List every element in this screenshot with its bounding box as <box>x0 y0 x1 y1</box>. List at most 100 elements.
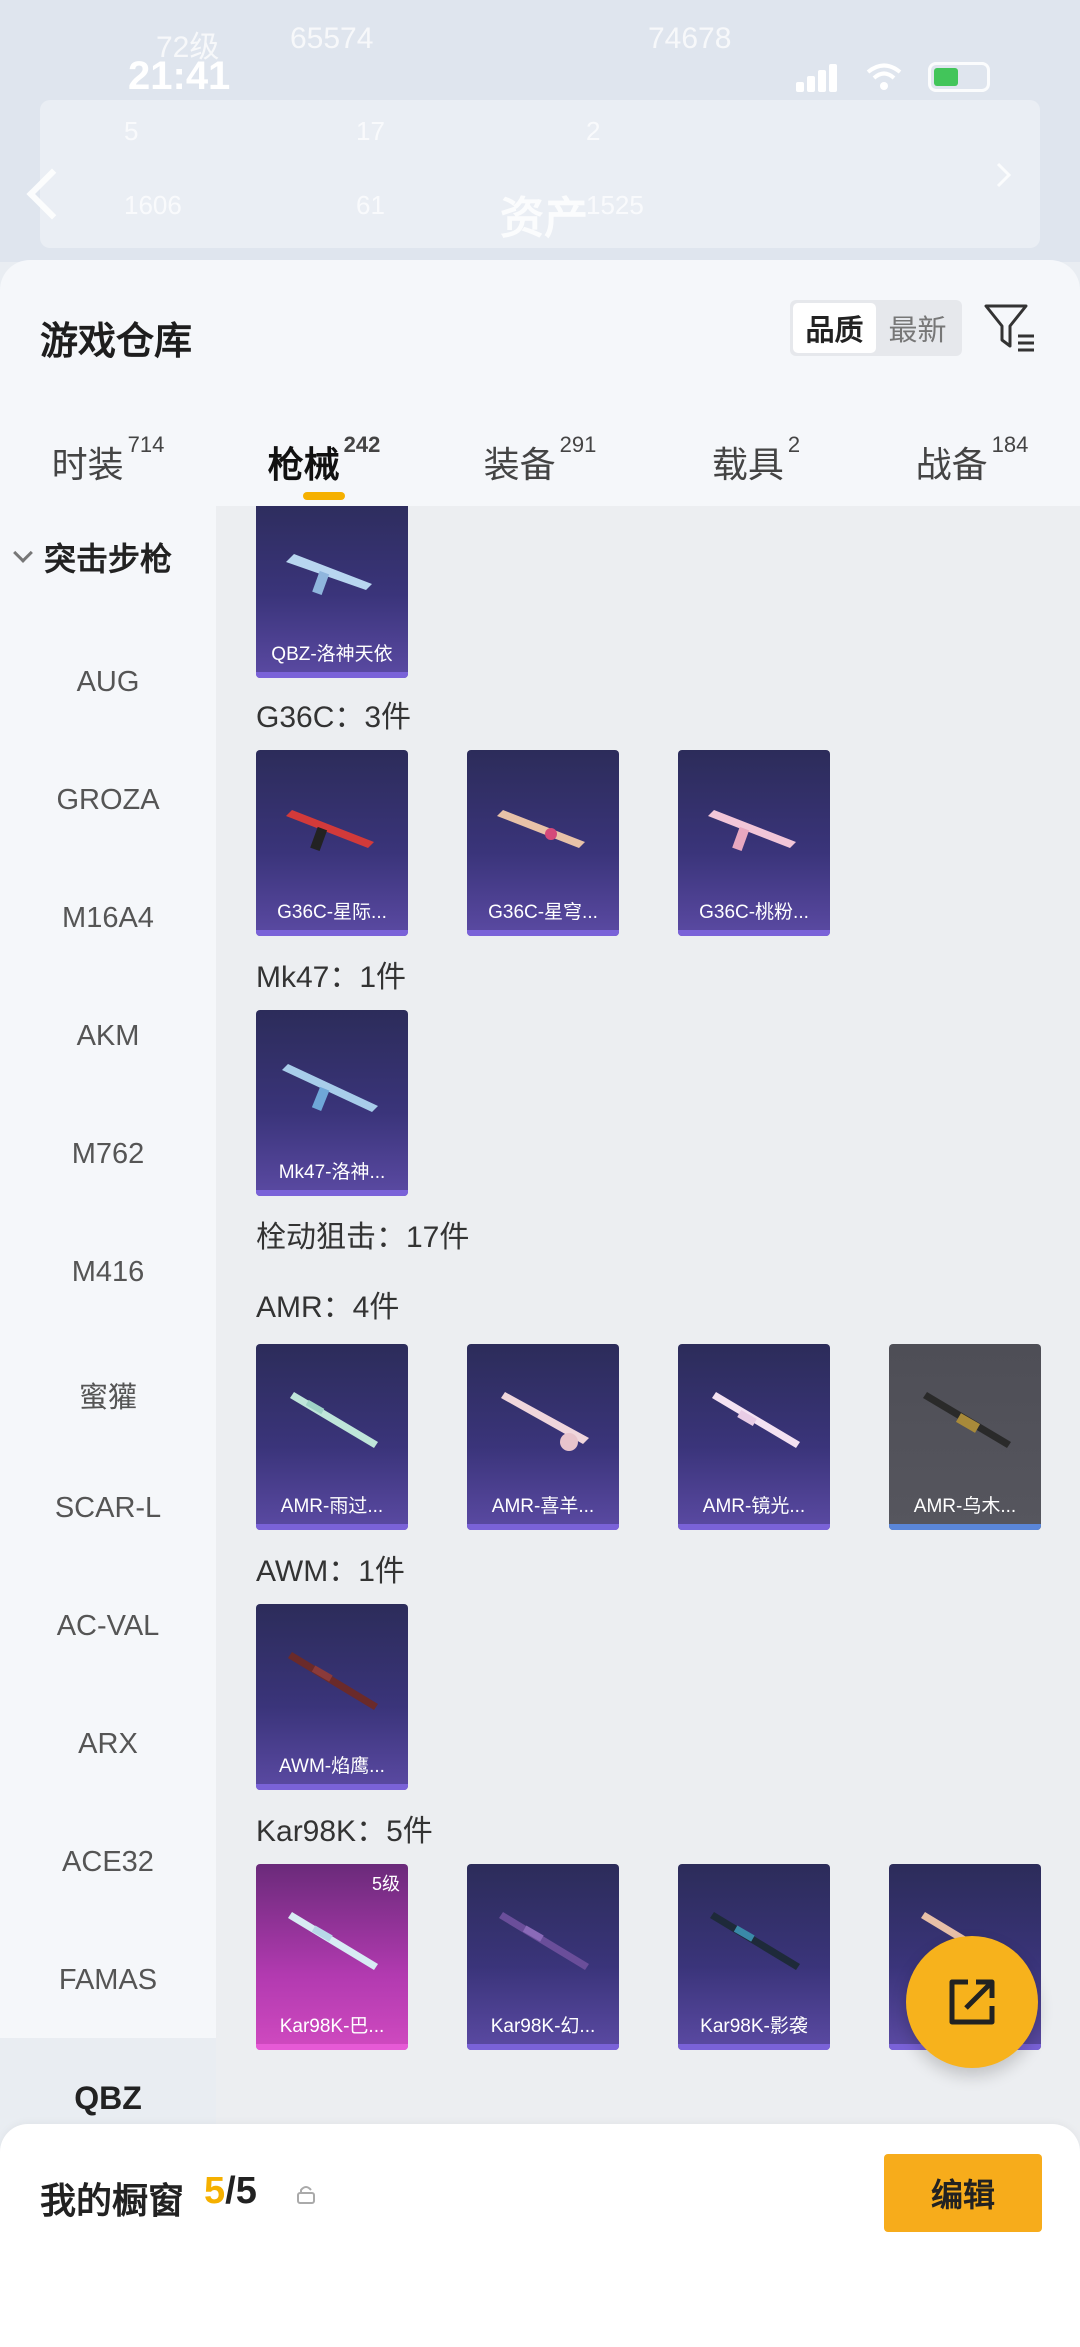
group-label: AMR：4件 <box>256 1291 400 1324</box>
stat-value: 17 <box>356 116 385 146</box>
stat-value: 2 <box>586 116 601 146</box>
rifle-icon <box>708 810 796 851</box>
sidebar-item-ac-val[interactable]: AC-VAL <box>0 1610 216 1643</box>
sniper-icon <box>501 1392 589 1451</box>
sidebar-item-aug[interactable]: AUG <box>0 666 216 699</box>
sidebar-item-m416[interactable]: M416 <box>0 1256 216 1289</box>
page-title: 游戏仓库 <box>40 321 193 363</box>
tab-label: 战备 <box>915 444 988 485</box>
weapon-skin-card[interactable]: G36C-桃粉... <box>678 750 830 936</box>
sniper-icon <box>499 1912 589 1970</box>
player-score: 74678 <box>648 22 732 55</box>
sidebar-item-akm[interactable]: AKM <box>0 1020 216 1053</box>
group-label: Kar98K：5件 <box>256 1815 433 1848</box>
weapon-type-sidebar: 突击步枪 AUG GROZA M16A4 AKM M762 M416 蜜獾 SC… <box>0 506 216 2296</box>
share-button[interactable] <box>906 1936 1038 2068</box>
sniper-icon <box>712 1392 800 1448</box>
sniper-icon <box>288 1912 378 1970</box>
showcase-title: 我的橱窗 <box>40 2180 185 2221</box>
group-label: Mk47：1件 <box>256 961 407 994</box>
lock-icon <box>297 2186 315 2204</box>
weapon-skin-card[interactable]: G36C-星际... <box>256 750 408 936</box>
rifle-icon <box>497 810 585 848</box>
rifle-icon <box>286 810 374 851</box>
sidebar-item-m16a4[interactable]: M16A4 <box>0 902 216 935</box>
sidebar-item-scar-l[interactable]: SCAR-L <box>0 1492 216 1525</box>
sniper-icon <box>290 1392 378 1448</box>
tab-count: 184 <box>991 432 1029 457</box>
skin-name: G36C-星际... <box>277 902 387 923</box>
chevron-right-icon[interactable] <box>994 160 1014 190</box>
weapon-skin-card[interactable]: AMR-喜羊... <box>467 1344 619 1530</box>
showcase-bar: 我的橱窗 5/5 编辑 <box>0 2124 1080 2347</box>
group-label: 栓动狙击：17件 <box>256 1221 470 1254</box>
sort-quality-button[interactable]: 品质 <box>793 303 876 353</box>
sidebar-item-honey-badger[interactable]: 蜜獾 <box>0 1374 216 1416</box>
stat-value: 5 <box>124 116 139 146</box>
filter-icon[interactable] <box>980 298 1040 358</box>
game-header-background: 72级 65574 74678 5 17 2 1606 61 1525 21:4… <box>0 0 1080 262</box>
tab-fashion[interactable]: 时装 714 <box>0 410 216 510</box>
rifle-icon <box>286 554 372 595</box>
weapon-skin-card[interactable]: AMR-镜光... <box>678 1344 830 1530</box>
tab-label: 装备 <box>483 444 556 485</box>
edit-button[interactable]: 编辑 <box>884 2154 1042 2232</box>
skin-name: Kar98K-幻... <box>490 2016 596 2037</box>
player-points: 65574 <box>290 22 374 55</box>
skin-name: AMR-乌木... <box>913 1496 1017 1517</box>
skin-name: Mk47-洛神... <box>278 1162 386 1183</box>
skin-name: AMR-雨过... <box>280 1496 384 1517</box>
sniper-icon <box>288 1652 378 1710</box>
share-icon <box>949 1979 995 2025</box>
sidebar-item-qbz[interactable]: QBZ <box>0 2080 216 2117</box>
sort-newest-button[interactable]: 最新 <box>876 303 959 353</box>
skin-name: QBZ-洛神天依 <box>271 644 393 665</box>
weapon-skin-card[interactable]: AMR-雨过... <box>256 1344 408 1530</box>
skin-name: Kar98K-巴... <box>279 2016 385 2037</box>
sidebar-item-m762[interactable]: M762 <box>0 1138 216 1171</box>
tab-firearms[interactable]: 枪械 242 <box>216 410 432 510</box>
sidebar-item-ace32[interactable]: ACE32 <box>0 1846 216 1879</box>
sidebar-category-label: 突击步枪 <box>44 541 173 577</box>
sidebar-item-arx[interactable]: ARX <box>0 1728 216 1761</box>
tab-equipment[interactable]: 装备 291 <box>432 410 648 510</box>
weapon-skin-card[interactable]: Kar98K-幻... <box>467 1864 619 2050</box>
chevron-down-icon <box>13 543 33 563</box>
weapon-skin-card[interactable]: AMR-乌木... <box>889 1344 1041 1530</box>
signal-icon <box>796 62 840 92</box>
sidebar-item-famas[interactable]: FAMAS <box>0 1964 216 1997</box>
skin-name: AWM-焰鹰... <box>279 1756 385 1777</box>
battery-icon <box>928 62 990 92</box>
wifi-icon <box>866 63 902 90</box>
skin-name: G36C-桃粉... <box>699 902 809 923</box>
tab-count: 714 <box>127 432 165 457</box>
tab-count: 2 <box>787 432 801 457</box>
skin-name: Kar98K-影袭 <box>700 2016 808 2037</box>
weapon-skin-card[interactable]: QBZ-洛神天依 <box>256 506 408 678</box>
sort-toggle: 品质 最新 <box>790 300 962 356</box>
active-tab-indicator <box>303 492 345 500</box>
skin-name: AMR-镜光... <box>702 1496 806 1517</box>
tab-gear[interactable]: 战备 184 <box>864 410 1080 510</box>
showcase-count: 5/5 <box>204 2170 257 2213</box>
sniper-icon <box>923 1392 1011 1448</box>
stat-value: 1525 <box>586 190 644 220</box>
group-label: AWM：1件 <box>256 1555 405 1588</box>
showcase-count-current: 5 <box>204 2170 226 2212</box>
sniper-icon <box>710 1912 800 1970</box>
status-time: 21:41 <box>128 54 231 98</box>
category-tabs: 时装 714 枪械 242 装备 291 载具 2 战备 184 <box>0 410 1080 510</box>
tab-count: 242 <box>343 432 381 457</box>
stat-value: 1606 <box>124 190 182 220</box>
sidebar-item-groza[interactable]: GROZA <box>0 784 216 817</box>
assets-title: 资产 <box>500 194 588 243</box>
weapon-skin-card[interactable]: 5级 Kar98K-巴... <box>256 1864 408 2050</box>
tab-vehicles[interactable]: 载具 2 <box>648 410 864 510</box>
sidebar-category-header[interactable]: 突击步枪 <box>13 534 173 580</box>
weapon-skin-card[interactable]: AWM-焰鹰... <box>256 1604 408 1790</box>
weapon-skin-card[interactable]: Mk47-洛神... <box>256 1010 408 1196</box>
weapon-skin-card[interactable]: G36C-星穹... <box>467 750 619 936</box>
tab-label: 载具 <box>711 444 784 485</box>
tab-label: 枪械 <box>267 444 340 485</box>
weapon-skin-card[interactable]: Kar98K-影袭 <box>678 1864 830 2050</box>
